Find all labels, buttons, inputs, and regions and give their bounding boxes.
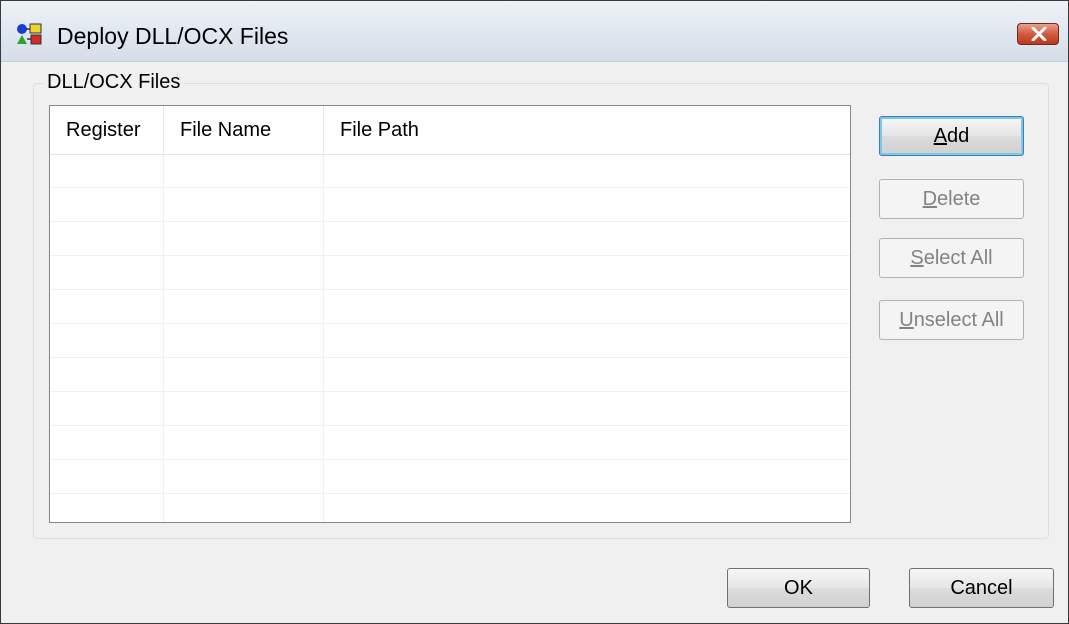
empty-row	[50, 222, 850, 256]
empty-row	[50, 358, 850, 392]
empty-row	[50, 256, 850, 290]
empty-row	[50, 188, 850, 222]
empty-row	[50, 426, 850, 460]
column-header-register[interactable]: Register	[50, 106, 164, 154]
column-gridline	[163, 154, 164, 522]
select-all-button[interactable]: Select All	[879, 238, 1024, 278]
ok-button[interactable]: OK	[727, 568, 870, 608]
deploy-dialog: Deploy DLL/OCX Files DLL/OCX Files Regis…	[0, 0, 1069, 624]
files-listview[interactable]: Register File Name File Path	[49, 105, 851, 523]
unselect-all-button[interactable]: Unselect All	[879, 300, 1024, 340]
title-bar[interactable]: Deploy DLL/OCX Files	[1, 1, 1068, 62]
empty-row	[50, 324, 850, 358]
close-button[interactable]	[1017, 23, 1059, 45]
cancel-button[interactable]: Cancel	[909, 568, 1054, 608]
empty-row	[50, 494, 850, 522]
listview-header: Register File Name File Path	[50, 106, 850, 155]
app-icon	[15, 23, 43, 45]
groupbox-label: DLL/OCX Files	[43, 71, 185, 94]
column-gridline	[323, 154, 324, 522]
listview-body[interactable]	[50, 154, 850, 522]
empty-row	[50, 154, 850, 188]
close-icon	[1031, 27, 1047, 41]
delete-button[interactable]: Delete	[879, 179, 1024, 219]
empty-row	[50, 460, 850, 494]
column-header-file-path[interactable]: File Path	[324, 106, 850, 154]
add-button[interactable]: Add	[879, 116, 1024, 156]
window-title: Deploy DLL/OCX Files	[57, 23, 289, 49]
empty-row	[50, 392, 850, 426]
column-header-file-name[interactable]: File Name	[164, 106, 324, 154]
empty-row	[50, 290, 850, 324]
